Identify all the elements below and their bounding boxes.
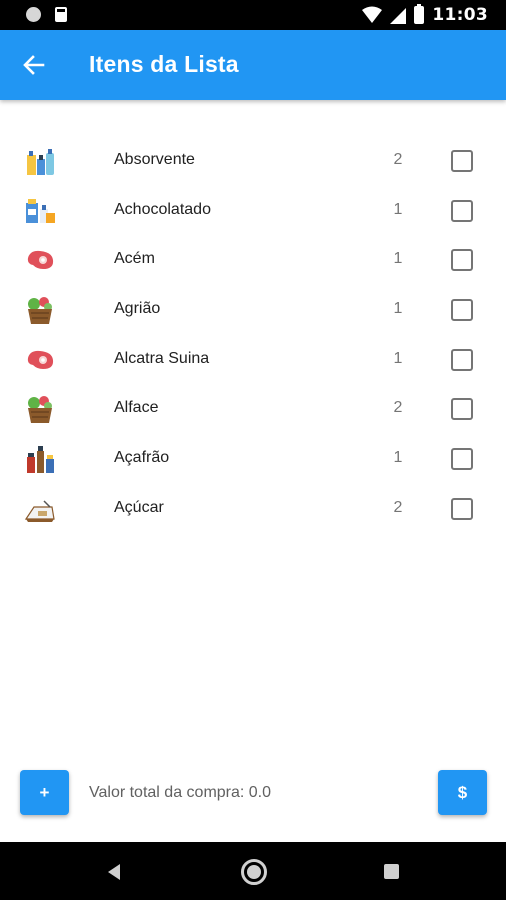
item-name: Agrião [114,300,161,318]
item-checkbox[interactable] [451,497,473,520]
list-item[interactable]: Agrião 1 [0,286,506,336]
total-value-label: Valor total da compra: 0.0 [89,784,272,801]
status-time: 11:03 [432,5,488,25]
navigation-bar [0,842,506,900]
battery-icon [414,4,425,24]
item-checkbox[interactable] [451,348,473,371]
item-name: Absorvente [114,151,195,168]
meat-steak-icon [27,251,54,270]
item-name: Açúcar [114,498,164,516]
nav-home-center [247,865,261,879]
nav-home-icon[interactable] [241,859,267,885]
item-name: Alface [114,399,159,417]
item-quantity: 1 [393,449,403,467]
item-checkbox[interactable] [451,150,473,172]
item-quantity: 1 [393,200,403,218]
item-quantity: 1 [393,349,403,367]
item-checkbox[interactable] [451,299,473,322]
item-quantity: 2 [393,399,403,417]
list-item[interactable]: Açúcar 2 [0,485,506,535]
shopping-list: Absorvente 2 Achocolatado 1 Acém 1 Agriã… [0,137,506,535]
arrow-back-icon [23,55,45,75]
item-name: Acém [114,250,155,268]
grocery-products-icon [26,198,55,223]
list-item[interactable]: Achocolatado 1 [0,187,506,237]
nav-back-icon[interactable] [104,862,124,882]
spice-bottles-icon [27,446,54,474]
item-quantity: 2 [393,498,403,516]
page-title: Itens da Lista [89,51,239,77]
back-button[interactable] [16,47,52,83]
item-checkbox[interactable] [451,199,473,222]
status-bar: 11:03 [0,0,506,30]
item-checkbox[interactable] [451,448,473,471]
sd-card-icon [55,7,67,22]
meat-steak-icon [27,350,54,369]
item-checkbox[interactable] [451,249,473,272]
app-bar: Itens da Lista [0,30,506,100]
checkout-button[interactable]: $ [438,770,487,815]
item-name: Alcatra Suina [114,349,210,367]
sugar-bag-icon [24,500,55,522]
wifi-icon [362,6,383,23]
item-name: Achocolatado [114,200,211,218]
item-quantity: 2 [393,151,403,168]
list-item[interactable]: Alcatra Suina 1 [0,336,506,386]
item-quantity: 1 [393,250,403,268]
vegetable-basket-icon [28,396,52,424]
hygiene-products-icon [27,149,54,175]
item-checkbox[interactable] [451,398,473,421]
list-item[interactable]: Alface 2 [0,385,506,435]
list-item[interactable]: Absorvente 2 [0,137,506,187]
signal-icon [390,8,407,24]
nav-recents-icon[interactable] [384,864,399,879]
vegetable-basket-icon [28,297,52,325]
notification-dot-icon [26,7,41,22]
item-name: Açafrão [114,449,170,467]
item-quantity: 1 [393,300,403,318]
list-item[interactable]: Açafrão 1 [0,435,506,485]
list-item[interactable]: Acém 1 [0,236,506,286]
add-item-button[interactable]: + [20,770,69,815]
